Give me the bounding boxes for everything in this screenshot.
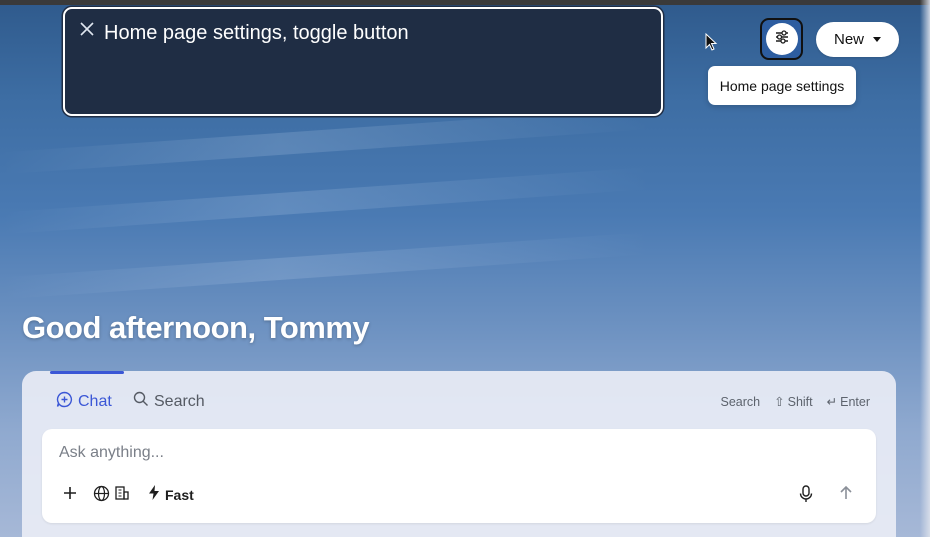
tab-search[interactable]: Search bbox=[133, 391, 205, 412]
fast-mode-button[interactable]: Fast bbox=[148, 485, 194, 505]
hint-shift: ⇧ Shift bbox=[774, 394, 813, 410]
chat-icon bbox=[56, 391, 73, 413]
tooltip: Home page settings bbox=[708, 66, 856, 105]
hint-shift-label: Shift bbox=[787, 394, 813, 409]
search-icon bbox=[133, 391, 149, 412]
tab-chat-label: Chat bbox=[78, 393, 112, 410]
send-arrow-icon[interactable] bbox=[839, 485, 853, 500]
background-streak bbox=[0, 212, 930, 300]
screen-reader-announcement: Home page settings, toggle button bbox=[63, 7, 663, 116]
home-page-settings-toggle[interactable] bbox=[760, 18, 803, 60]
fast-mode-label: Fast bbox=[165, 487, 194, 503]
plus-icon[interactable] bbox=[62, 485, 78, 501]
new-button-label: New bbox=[833, 31, 864, 48]
close-icon[interactable] bbox=[79, 21, 97, 39]
active-tab-indicator bbox=[50, 371, 124, 374]
announcement-text: Home page settings, toggle button bbox=[104, 22, 409, 44]
mouse-cursor-icon bbox=[705, 32, 719, 58]
enter-icon: ↵ bbox=[826, 395, 838, 409]
composer-panel: Chat Search Search ⇧ Shift ↵ Enter Ask a… bbox=[22, 371, 896, 537]
tab-chat[interactable]: Chat bbox=[56, 391, 112, 413]
window-top-bar bbox=[0, 0, 930, 5]
building-icon[interactable] bbox=[114, 485, 130, 501]
tooltip-text: Home page settings bbox=[719, 77, 845, 94]
greeting-heading: Good afternoon, Tommy bbox=[22, 310, 370, 345]
hint-search: Search bbox=[720, 394, 761, 409]
globe-icon[interactable] bbox=[93, 485, 110, 502]
ask-input[interactable]: Ask anything... Fast bbox=[42, 429, 876, 523]
lightning-icon bbox=[148, 485, 160, 505]
new-button[interactable]: New bbox=[816, 22, 899, 57]
sliders-icon bbox=[774, 29, 790, 50]
window-edge bbox=[920, 0, 930, 537]
hint-enter-label: Enter bbox=[840, 394, 870, 409]
keyboard-hints: Search ⇧ Shift ↵ Enter bbox=[720, 394, 870, 410]
ask-input-placeholder: Ask anything... bbox=[59, 444, 164, 461]
caret-down-icon bbox=[873, 37, 881, 42]
microphone-icon[interactable] bbox=[798, 485, 814, 503]
shift-icon: ⇧ bbox=[774, 395, 785, 409]
hint-enter: ↵ Enter bbox=[826, 394, 870, 410]
tab-search-label: Search bbox=[154, 392, 205, 410]
